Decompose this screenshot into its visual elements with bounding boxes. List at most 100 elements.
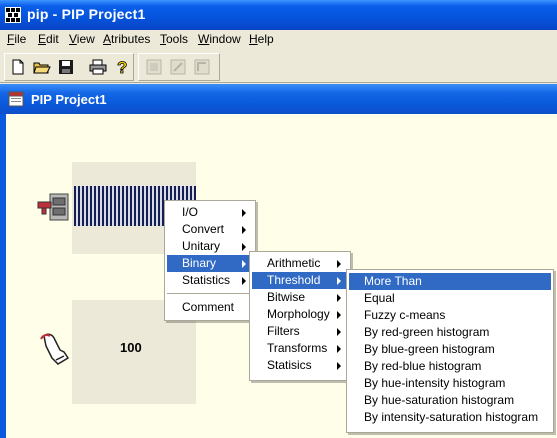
toolbar-group-disabled (138, 53, 220, 81)
disabled-button-1[interactable] (144, 57, 164, 77)
menu-tools[interactable]: Tools (160, 32, 188, 46)
menu-item-binary[interactable]: Binary (167, 255, 253, 272)
menu-item-filters-label: Filters (267, 324, 300, 338)
menu-tools-rest: ools (166, 32, 189, 46)
submenu-arrow-icon (242, 243, 246, 251)
hand-pointer-icon (38, 330, 72, 369)
menu-item-arithmetic[interactable]: Arithmetic (252, 255, 348, 272)
new-document-icon (12, 59, 24, 75)
print-icon (89, 59, 107, 75)
menu-item-transforms-label: Transforms (267, 341, 328, 355)
menu-item-fuzzy-c-means-label: Fuzzy c-means (364, 308, 446, 322)
menu-file[interactable]: File (7, 32, 26, 46)
menu-item-morphology-label: Morphology (267, 307, 330, 321)
menu-edit-rest: dit (46, 32, 59, 46)
binary-submenu: Arithmetic Threshold Bitwise Morphology … (249, 251, 351, 381)
menu-item-fuzzy-c-means[interactable]: Fuzzy c-means (349, 307, 551, 324)
menu-atributes-rest: tributes (111, 32, 151, 46)
menu-atributes[interactable]: Atributes (103, 32, 150, 46)
submenu-arrow-icon (242, 260, 246, 268)
submenu-arrow-icon (242, 209, 246, 217)
menu-item-red-green-histogram[interactable]: By red-green histogram (349, 324, 551, 341)
save-disk-icon (59, 60, 73, 74)
open-folder-icon (33, 62, 51, 74)
menu-item-red-blue-histogram[interactable]: By red-blue histogram (349, 358, 551, 375)
submenu-arrow-icon (242, 226, 246, 234)
disabled-icon-3 (194, 59, 210, 75)
window-title: pip - PIP Project1 (27, 6, 146, 22)
submenu-arrow-icon (242, 277, 246, 285)
block-context-menu: I/O Convert Unitary Binary Statistics Co… (164, 200, 256, 321)
submenu-arrow-icon (337, 345, 341, 353)
project-window-title-bar[interactable]: PIP Project1 (0, 84, 557, 114)
menu-item-unitary[interactable]: Unitary (167, 238, 253, 255)
menu-item-intensity-saturation-histogram[interactable]: By intensity-saturation histogram (349, 409, 551, 426)
threshold-submenu: More Than Equal Fuzzy c-means By red-gre… (346, 269, 554, 433)
menu-edit-accel: E (38, 32, 47, 46)
menu-item-binary-label: Binary (182, 256, 217, 270)
menu-item-more-than[interactable]: More Than (349, 273, 551, 290)
menu-item-io[interactable]: I/O (167, 204, 253, 221)
menu-item-comment-label: Comment (182, 300, 235, 314)
menu-item-hue-saturation-histogram[interactable]: By hue-saturation histogram (349, 392, 551, 409)
menu-item-red-blue-histogram-label: By red-blue histogram (364, 359, 482, 373)
menu-item-comment[interactable]: Comment (167, 299, 253, 316)
menu-item-hue-saturation-histogram-label: By hue-saturation histogram (364, 393, 515, 407)
menu-window-rest: indow (209, 32, 241, 46)
menu-item-unitary-label: Unitary (182, 239, 221, 253)
menu-view[interactable]: View (69, 32, 95, 46)
menu-item-hue-intensity-histogram-label: By hue-intensity histogram (364, 376, 506, 390)
print-button[interactable] (88, 57, 108, 77)
menu-item-threshold-label: Threshold (267, 273, 321, 287)
menu-item-morphology[interactable]: Morphology (252, 306, 348, 323)
menu-item-red-green-histogram-label: By red-green histogram (364, 325, 490, 339)
menu-view-rest: iew (76, 32, 95, 46)
menu-help[interactable]: Help (249, 32, 274, 46)
menu-item-more-than-label: More Than (364, 274, 422, 288)
new-document-button[interactable] (8, 57, 28, 77)
menu-item-statistics[interactable]: Statistics (167, 272, 253, 289)
menu-bar: File Edit View Atributes Tools Window He… (0, 30, 557, 50)
main-title-bar[interactable]: pip - PIP Project1 (0, 0, 557, 30)
menu-help-rest: elp (257, 32, 274, 46)
save-button[interactable] (56, 57, 76, 77)
menu-item-bitwise-label: Bitwise (267, 290, 306, 304)
menu-window-accel: W (198, 32, 210, 46)
menu-file-rest: ile (14, 32, 27, 46)
menu-item-arithmetic-label: Arithmetic (267, 256, 321, 270)
menu-item-equal[interactable]: Equal (349, 290, 551, 307)
menu-item-intensity-saturation-histogram-label: By intensity-saturation histogram (364, 410, 539, 424)
menu-item-convert[interactable]: Convert (167, 221, 253, 238)
menu-item-statisics[interactable]: Statisics (252, 357, 348, 374)
submenu-arrow-icon (337, 260, 341, 268)
menu-item-blue-green-histogram-label: By blue-green histogram (364, 342, 495, 356)
menu-item-io-label: I/O (182, 205, 199, 219)
menu-item-statisics-label: Statisics (267, 358, 312, 372)
menu-separator (167, 293, 253, 294)
menu-window[interactable]: Window (198, 32, 241, 46)
menu-item-threshold[interactable]: Threshold (252, 272, 348, 289)
submenu-arrow-icon (337, 362, 341, 370)
svg-text:?: ? (117, 58, 127, 76)
app-icon (5, 7, 21, 23)
block-2-value: 100 (120, 340, 142, 355)
disabled-icon-1 (146, 59, 162, 75)
disabled-icon-2 (170, 59, 186, 75)
menu-item-blue-green-histogram[interactable]: By blue-green histogram (349, 341, 551, 358)
disabled-button-2[interactable] (168, 57, 188, 77)
disabled-button-3[interactable] (192, 57, 212, 77)
toolbar: ? (0, 50, 557, 83)
help-button[interactable]: ? (112, 57, 132, 77)
menu-item-transforms[interactable]: Transforms (252, 340, 348, 357)
open-folder-button[interactable] (32, 57, 52, 77)
menu-item-bitwise[interactable]: Bitwise (252, 289, 348, 306)
menu-item-filters[interactable]: Filters (252, 323, 348, 340)
menu-item-statistics-label: Statistics (182, 273, 231, 287)
submenu-arrow-icon (337, 294, 341, 302)
project-window-title: PIP Project1 (31, 92, 107, 107)
submenu-arrow-icon (337, 277, 341, 285)
menu-edit[interactable]: Edit (38, 32, 59, 46)
menu-item-hue-intensity-histogram[interactable]: By hue-intensity histogram (349, 375, 551, 392)
input-device-icon (36, 190, 72, 229)
toolbar-group-main: ? (4, 53, 134, 81)
